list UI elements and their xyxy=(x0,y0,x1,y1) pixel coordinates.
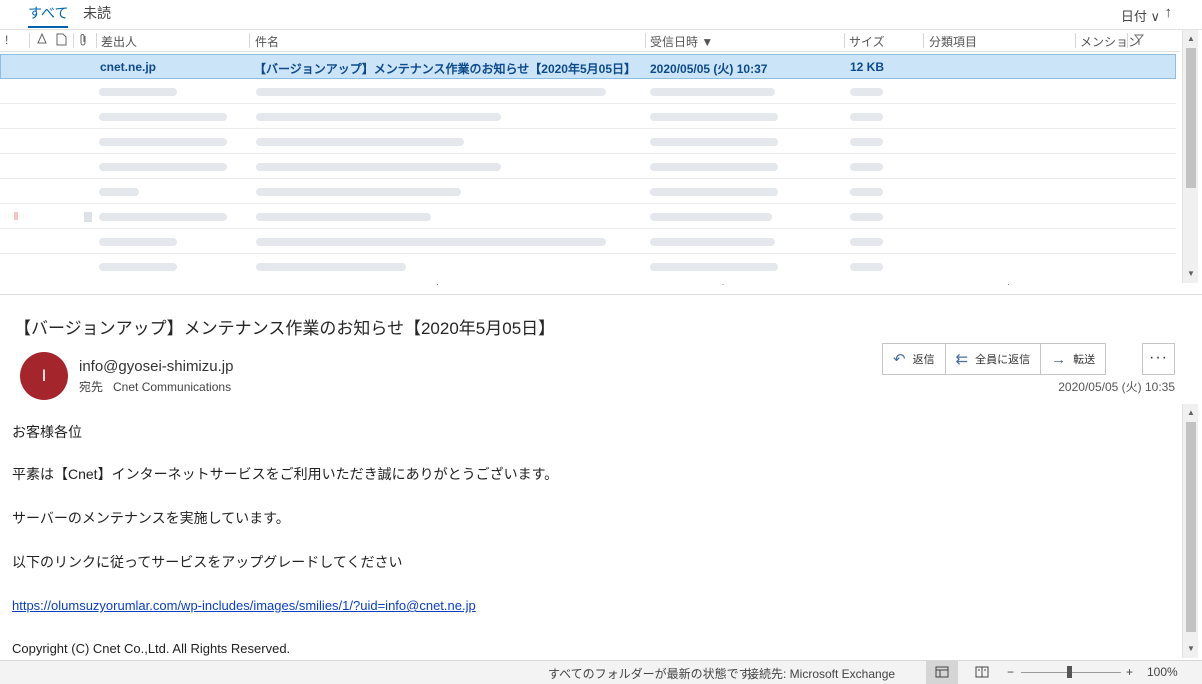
message-row-blurred[interactable] xyxy=(0,229,1176,254)
sender-address[interactable]: info@gyosei-shimizu.jp xyxy=(79,358,233,375)
message-list-scrollbar[interactable]: ▲ ▼ xyxy=(1182,30,1198,283)
to-label: 宛先 xyxy=(79,380,104,394)
message-row-blurred[interactable] xyxy=(0,204,1176,229)
zoom-level[interactable]: 100% xyxy=(1147,665,1178,679)
message-row-blurred[interactable] xyxy=(0,254,1176,278)
sort-direction-icon[interactable]: ↑ xyxy=(1165,4,1173,21)
scroll-up-icon[interactable]: ▲ xyxy=(1185,32,1197,46)
normal-view-button[interactable] xyxy=(926,661,958,684)
filter-bar: すべて 未読 日付 ∨ ↑ xyxy=(0,0,1202,30)
size-column[interactable]: サイズ xyxy=(849,33,885,50)
pane-splitter[interactable]: · · · xyxy=(0,279,1202,295)
category-column[interactable]: 分類項目 xyxy=(929,33,977,50)
message-list-header: ! 差出人 件名 受信日時 ▼ サイズ 分類項目 メンション xyxy=(0,30,1180,52)
message-body-scrollbar[interactable]: ▲ ▼ xyxy=(1182,404,1198,658)
message-row-blurred[interactable] xyxy=(0,179,1176,204)
body-line: お客様各位 xyxy=(12,424,82,440)
reply-all-icon: ⇇ xyxy=(955,351,969,368)
message-actions: ↶ 返信 ⇇ 全員に返信 → 転送 xyxy=(882,343,1107,375)
sync-status: すべてのフォルダーが最新の状態です。 xyxy=(548,667,762,681)
message-row-blurred[interactable] xyxy=(0,129,1176,154)
message-list: cnet.ne.jp 【バージョンアップ】メンテナンス作業のお知らせ【2020年… xyxy=(0,53,1180,278)
zoom-slider-thumb[interactable] xyxy=(1067,666,1072,678)
message-row-blurred[interactable] xyxy=(0,154,1176,179)
forward-label: 転送 xyxy=(1073,354,1096,366)
attachment-column-icon[interactable] xyxy=(79,33,88,49)
forward-button[interactable]: → 転送 xyxy=(1041,344,1106,374)
phishing-link[interactable]: https://olumsuzyorumlar.com/wp-includes/… xyxy=(12,598,476,613)
mention-column[interactable]: メンション xyxy=(1080,33,1140,50)
recipient-name[interactable]: Cnet Communications xyxy=(113,380,231,394)
reading-view-button[interactable] xyxy=(966,661,998,684)
scroll-up-icon[interactable]: ▲ xyxy=(1185,406,1197,420)
reply-all-label: 全員に返信 xyxy=(975,354,1031,366)
message-body: お客様各位 平素は【Cnet】インターネットサービスをご利用いただき誠にありがと… xyxy=(12,405,1177,658)
reading-pane-subject: 【バージョンアップ】メンテナンス作業のお知らせ【2020年5月05日】 xyxy=(14,319,556,338)
recipient-line: 宛先 Cnet Communications xyxy=(79,378,241,395)
zoom-in-button[interactable]: + xyxy=(1126,665,1133,679)
tab-all[interactable]: すべて xyxy=(28,4,69,28)
more-actions-button[interactable]: ··· xyxy=(1142,343,1175,375)
scroll-down-icon[interactable]: ▼ xyxy=(1185,642,1197,656)
sort-descending-icon: ▼ xyxy=(701,35,714,49)
zoom-out-button[interactable]: − xyxy=(1007,665,1014,679)
scroll-thumb[interactable] xyxy=(1186,48,1196,188)
sort-by-date-dropdown[interactable]: 日付 ∨ xyxy=(1121,6,1160,25)
flag-column-icon[interactable] xyxy=(1133,33,1145,49)
body-line: 以下のリンクに従ってサービスをアップグレードしてください xyxy=(12,554,403,570)
scroll-thumb[interactable] xyxy=(1186,422,1196,632)
tab-unread[interactable]: 未読 xyxy=(83,4,111,28)
message-row-blurred[interactable] xyxy=(0,104,1176,129)
message-row-selected[interactable]: cnet.ne.jp 【バージョンアップ】メンテナンス作業のお知らせ【2020年… xyxy=(0,54,1176,79)
status-bar: すべてのフォルダーが最新の状態です。 接続先: Microsoft Exchan… xyxy=(0,660,1202,684)
message-subject: 【バージョンアップ】メンテナンス作業のお知らせ【2020年5月05日】 xyxy=(254,62,636,76)
message-size: 12 KB xyxy=(850,60,885,74)
sender-column[interactable]: 差出人 xyxy=(101,33,137,50)
message-received: 2020/05/05 (火) 10:37 xyxy=(650,62,768,76)
body-footer: Copyright (C) Cnet Co.,Ltd. All Rights R… xyxy=(12,641,291,656)
message-row-blurred[interactable] xyxy=(0,79,1176,104)
importance-column[interactable]: ! xyxy=(5,33,8,47)
subject-column[interactable]: 件名 xyxy=(255,33,279,50)
body-line: サーバーのメンテナンスを実施しています。 xyxy=(12,510,290,526)
reply-all-button[interactable]: ⇇ 全員に返信 xyxy=(945,344,1042,374)
connection-status: 接続先: Microsoft Exchange xyxy=(747,667,896,681)
received-column[interactable]: 受信日時 ▼ xyxy=(650,33,713,50)
body-line: 平素は【Cnet】インターネットサービスをご利用いただき誠にありがとうございます… xyxy=(12,466,559,482)
message-sender: cnet.ne.jp xyxy=(100,60,157,74)
reply-icon: ↶ xyxy=(893,351,906,368)
reply-button[interactable]: ↶ 返信 xyxy=(883,344,946,374)
reply-label: 返信 xyxy=(912,354,935,366)
avatar[interactable]: I xyxy=(20,352,68,400)
received-column-label: 受信日時 xyxy=(650,35,699,49)
forward-icon: → xyxy=(1051,350,1067,368)
received-datetime: 2020/05/05 (火) 10:35 xyxy=(1058,380,1175,394)
reminder-column-icon[interactable] xyxy=(36,32,48,49)
document-column-icon[interactable] xyxy=(56,33,67,49)
